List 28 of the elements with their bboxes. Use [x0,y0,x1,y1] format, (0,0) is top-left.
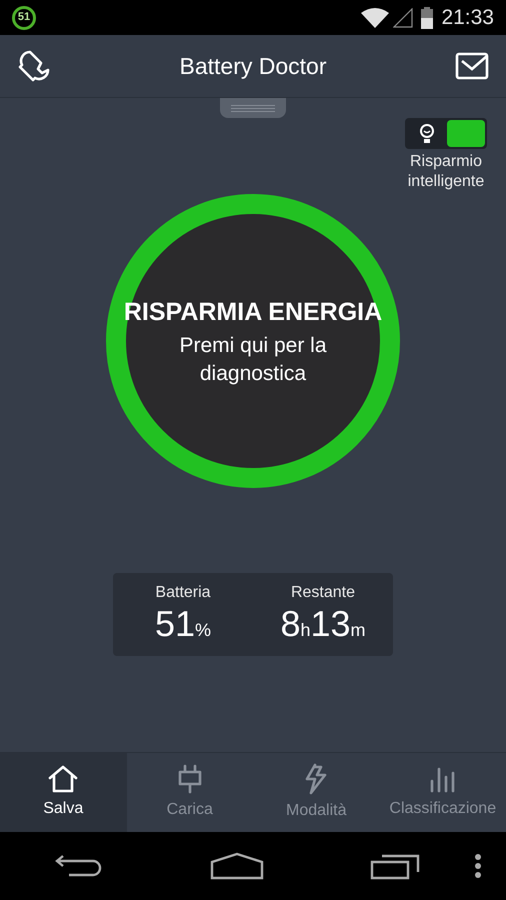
home-outline-icon [210,852,264,880]
nav-tab[interactable]: Carica [126,753,253,832]
dots-icon [474,853,482,879]
stat-value: 51% [154,604,212,646]
clock-time: 21:33 [441,4,494,31]
home-icon [47,764,80,792]
lightning-icon [303,762,330,794]
battery-badge: 51 [12,6,36,30]
diagnostics-hint: Premi qui per la diagnostica [178,332,328,387]
lightbulb-icon [419,122,435,144]
wifi-icon [361,8,390,28]
signal-icon [393,8,414,28]
recents-icon [370,852,420,880]
stat-label: Batteria [155,582,211,602]
nav-tab[interactable]: Classificazione [380,753,506,832]
plug-icon [176,764,204,794]
envelope-icon [455,52,489,80]
battery-icon [421,6,434,28]
nav-tab[interactable]: Modalità [253,753,380,832]
nav-tab[interactable]: Salva [0,753,126,832]
stat-label: Restante [290,582,356,602]
smart-saving-label: Risparmio intelligente [406,152,486,192]
stat-value: 8h13m [280,604,366,646]
drawer-handle[interactable] [220,98,286,118]
app-title: Battery Doctor [178,52,328,81]
recents-button[interactable] [370,852,420,880]
home-button[interactable] [210,852,264,880]
smart-saving-toggle[interactable] [405,118,487,149]
